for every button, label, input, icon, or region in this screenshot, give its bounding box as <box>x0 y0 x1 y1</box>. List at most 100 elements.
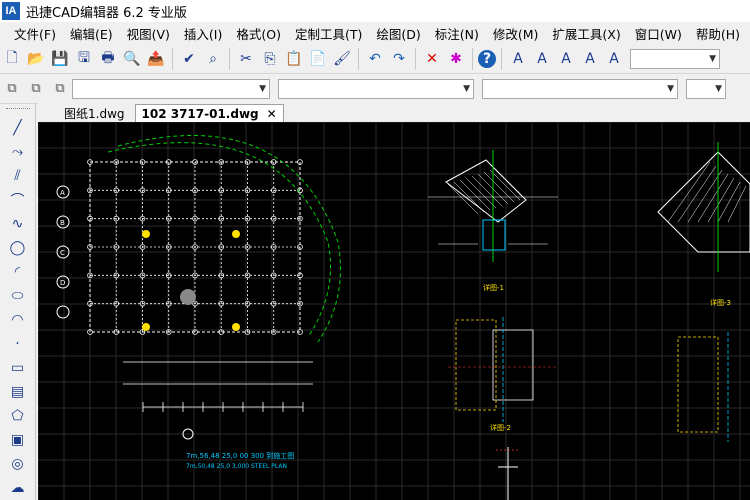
window-title: 迅捷CAD编辑器 6.2 专业版 <box>26 5 187 21</box>
menu-item-5[interactable]: 定制工具(T) <box>295 24 362 43</box>
text-style-icon[interactable]: A <box>507 48 529 70</box>
export-icon[interactable]: 📤 <box>145 48 167 70</box>
axis-label: C <box>60 249 65 257</box>
arc-icon[interactable]: ⌒ <box>7 188 29 212</box>
circle-icon[interactable]: ◯ <box>7 236 29 260</box>
find-text-icon[interactable]: A <box>603 48 625 70</box>
menu-item-7[interactable]: 标注(N) <box>435 24 479 43</box>
chevron-down-icon: ▼ <box>709 53 716 64</box>
close-icon[interactable]: ✕ <box>267 107 277 121</box>
detail-column <box>677 336 719 433</box>
menu-item-8[interactable]: 修改(M) <box>493 24 539 43</box>
hatch-line <box>727 185 747 223</box>
menu-item-4[interactable]: 格式(O) <box>236 24 281 43</box>
ellipse-icon[interactable]: ⬭ <box>7 284 29 308</box>
document-tab-label: 102 3717-01.dwg <box>141 106 259 121</box>
print-preview-icon[interactable]: 🔍 <box>121 48 143 70</box>
help-icon[interactable]: ? <box>478 49 496 68</box>
line-icon[interactable]: ╱ <box>7 116 29 140</box>
layer-toolbar: ⧉ ⧉ ⧉ ▼ ▼ ▼ ▼ <box>0 74 750 104</box>
detail-outline <box>445 159 527 223</box>
document-tab-0[interactable]: 图纸1.dwg <box>58 104 131 122</box>
undo-icon[interactable]: ↶ <box>364 48 386 70</box>
toolbar-separator <box>172 47 173 70</box>
rectangle-icon[interactable]: ▭ <box>7 356 29 380</box>
open-folder-icon[interactable]: 📂 <box>25 48 47 70</box>
property-combo-0[interactable]: ▼ <box>72 78 270 99</box>
hatch-line <box>459 179 491 211</box>
text-fill-icon[interactable]: A <box>579 48 601 70</box>
menu-item-9[interactable]: 扩展工具(X) <box>552 24 620 43</box>
hatch-line <box>717 181 741 223</box>
center-node <box>180 289 196 305</box>
column-node <box>232 230 240 238</box>
hatch-line <box>447 183 479 215</box>
hatch-icon[interactable]: ▤ <box>7 380 29 404</box>
redo-icon[interactable]: ↷ <box>388 48 410 70</box>
toolbar-separator <box>358 47 359 70</box>
detail-label: 详图-3 <box>710 298 731 307</box>
multiline-icon[interactable]: ⫽ <box>7 164 29 188</box>
arc-3pt-icon[interactable]: ◜ <box>7 260 29 284</box>
save-icon[interactable]: 💾 <box>49 48 71 70</box>
document-tab-label: 图纸1.dwg <box>64 106 125 121</box>
drawing-canvas[interactable]: 7m,56,48 25,0 00 300 到施工图 7m,50,48 25,0 3… <box>38 122 750 500</box>
paste-special-icon[interactable]: 📄 <box>307 48 329 70</box>
axis-label: A <box>60 189 65 197</box>
document-tabs: 图纸1.dwg 102 3717-01.dwg ✕ <box>38 102 750 122</box>
cut-icon[interactable]: ✂ <box>235 48 257 70</box>
property-combo-1[interactable]: ▼ <box>278 78 474 99</box>
menu-item-10[interactable]: 窗口(W) <box>635 24 682 43</box>
layer-manager-icon[interactable]: ⧉ <box>1 78 23 100</box>
menu-item-2[interactable]: 视图(V) <box>127 24 170 43</box>
spell-check-icon[interactable]: ✔ <box>178 48 200 70</box>
layer-off-icon[interactable]: ⧉ <box>49 78 71 100</box>
menu-item-3[interactable]: 插入(I) <box>184 24 222 43</box>
donut-icon[interactable]: ◎ <box>7 452 29 476</box>
column-node <box>142 323 150 331</box>
plan-caption: 7m,50,48 25,0 3,000 STEEL PLAN <box>186 463 287 470</box>
polyline-icon[interactable]: ⤳ <box>7 140 29 164</box>
region-icon[interactable]: ▣ <box>7 428 29 452</box>
axis-label: B <box>60 219 65 227</box>
column-node <box>232 323 240 331</box>
cad-drawing[interactable]: 7m,56,48 25,0 00 300 到施工图 7m,50,48 25,0 3… <box>38 122 750 500</box>
column-node <box>142 230 150 238</box>
print-icon[interactable]: 🖶 <box>97 48 119 70</box>
detail-base <box>492 329 534 401</box>
menu-item-6[interactable]: 绘图(D) <box>376 24 420 43</box>
chevron-down-icon: ▼ <box>715 83 722 94</box>
paste-icon[interactable]: 📋 <box>283 48 305 70</box>
delete-icon[interactable]: ✕ <box>421 48 443 70</box>
cloud-icon[interactable]: ☁ <box>7 476 29 500</box>
layer-new-icon[interactable]: ⧉ <box>25 78 47 100</box>
detail-outline <box>657 151 750 253</box>
find-icon[interactable]: ⌕ <box>202 48 224 70</box>
save-as-icon[interactable]: 🖫 <box>73 48 95 70</box>
ellipse-arc-icon[interactable]: ◠ <box>7 308 29 332</box>
toolbar-separator <box>472 47 473 70</box>
point-icon[interactable]: · <box>7 332 29 356</box>
copy-icon[interactable]: ⎘ <box>259 48 281 70</box>
match-properties-icon[interactable]: 🖌 <box>331 48 353 70</box>
spline-icon[interactable]: ∿ <box>7 212 29 236</box>
property-combo-2[interactable]: ▼ <box>482 78 678 99</box>
chevron-down-icon: ▼ <box>259 83 266 94</box>
property-combo-3[interactable]: ▼ <box>686 78 726 99</box>
purge-icon[interactable]: ✱ <box>445 48 467 70</box>
text-style-combo[interactable]: ▼ <box>630 48 720 69</box>
text-icon[interactable]: A <box>531 48 553 70</box>
toolbar-separator <box>415 47 416 70</box>
detail-post <box>482 219 506 251</box>
draw-toolbar: ╱ ⤳ ⫽ ⌒ ∿ ◯ ◜ ⬭ ◠ · ▭ ▤ ⬠ ▣ ◎ ☁ <box>0 104 36 500</box>
new-file-icon[interactable]: 🗋 <box>1 48 23 70</box>
text-edit-icon[interactable]: A <box>555 48 577 70</box>
polygon-icon[interactable]: ⬠ <box>7 404 29 428</box>
document-tab-1[interactable]: 102 3717-01.dwg ✕ <box>134 104 284 122</box>
menu-item-0[interactable]: 文件(F) <box>14 24 56 43</box>
toolbar-grip[interactable] <box>5 108 30 112</box>
chevron-down-icon: ▼ <box>463 83 470 94</box>
menu-item-1[interactable]: 编辑(E) <box>70 24 113 43</box>
menu-item-11[interactable]: 帮助(H) <box>696 24 740 43</box>
standard-toolbar: 🗋 📂 💾 🖫 🖶 🔍 📤 ✔ ⌕ ✂ ⎘ 📋 📄 🖌 ↶ ↷ ✕ ✱? A A A A A ▼ <box>0 44 750 74</box>
